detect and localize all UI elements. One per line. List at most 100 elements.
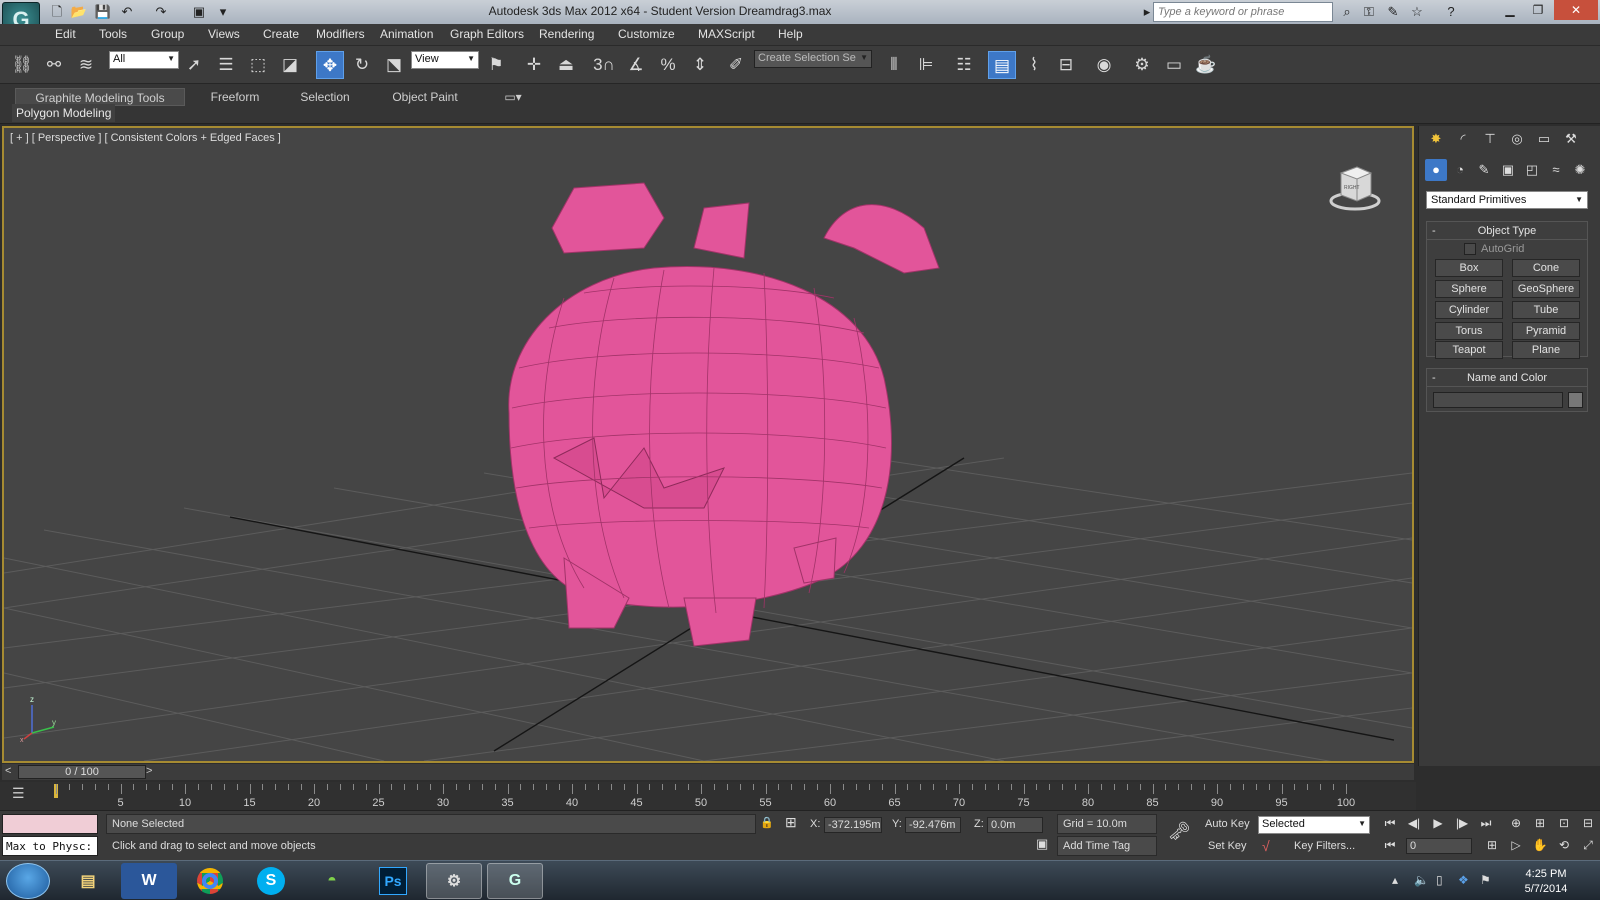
maximize-viewport-icon[interactable]: ⤢ — [1578, 836, 1598, 854]
previous-frame-icon[interactable]: ◀| — [1404, 814, 1424, 832]
select-and-scale-icon[interactable]: ⬔ — [380, 51, 408, 79]
rendered-frame-window-icon[interactable]: ▭ — [1160, 51, 1188, 79]
object-type-header[interactable]: - Object Type — [1427, 222, 1587, 240]
map-app-icon[interactable]: ◓ — [304, 863, 360, 899]
file-explorer-icon[interactable]: ▤ — [60, 863, 116, 899]
time-configuration-icon[interactable]: ⊞ — [1482, 836, 1502, 854]
x-coordinate-input[interactable]: -372.195m — [824, 817, 882, 833]
edit-named-selection-icon[interactable]: ✐ — [722, 51, 750, 79]
new-file-icon[interactable]: 🗋 — [48, 3, 66, 21]
minimize-button[interactable]: ▁ — [1496, 0, 1524, 20]
display-tab-icon[interactable]: ▭ — [1533, 128, 1555, 150]
subscription-icon[interactable]: ⚿ — [1360, 3, 1378, 21]
menu-maxscript[interactable]: MAXScript — [698, 27, 755, 41]
tab-freeform[interactable]: Freeform — [200, 88, 270, 106]
window-crossing-icon[interactable]: ◪ — [276, 51, 304, 79]
play-icon[interactable]: ▶ — [1428, 814, 1448, 832]
auto-key-button[interactable]: Auto Key — [1205, 818, 1250, 830]
pan-view-icon[interactable]: ✋ — [1530, 836, 1550, 854]
curve-editor-icon[interactable]: ⌇ — [1020, 51, 1048, 79]
layer-manager-icon[interactable]: ☷ — [950, 51, 978, 79]
rectangular-selection-icon[interactable]: ⬚ — [244, 51, 272, 79]
shapes-icon[interactable]: ◔ — [1449, 159, 1471, 181]
current-frame-input[interactable]: 0 — [1406, 838, 1472, 854]
menu-group[interactable]: Group — [151, 27, 184, 41]
tab-object-paint[interactable]: Object Paint — [385, 88, 465, 106]
key-mode-dropdown[interactable]: Selected — [1258, 816, 1370, 834]
time-slider-prev-icon[interactable]: < — [5, 765, 11, 777]
menu-help[interactable]: Help — [778, 27, 803, 41]
motion-tab-icon[interactable]: ◎ — [1506, 128, 1528, 150]
volume-icon[interactable]: 🔈 — [1414, 873, 1429, 887]
reference-coordinate-dropdown[interactable]: View — [411, 51, 479, 69]
select-object-icon[interactable]: ➚ — [180, 51, 208, 79]
menu-graph-editors[interactable]: Graph Editors — [450, 27, 524, 41]
action-center-flag-icon[interactable]: ⚑ — [1480, 873, 1491, 887]
modify-tab-icon[interactable]: ◜ — [1452, 128, 1474, 150]
favorites-star-icon[interactable]: ☆ — [1408, 3, 1426, 21]
device-icon[interactable]: ▯ — [1436, 873, 1443, 887]
utilities-tab-icon[interactable]: ⚒ — [1560, 128, 1582, 150]
open-file-icon[interactable]: 📂 — [70, 3, 88, 21]
orbit-icon[interactable]: ⟲ — [1554, 836, 1574, 854]
save-icon[interactable]: 💾 — [94, 3, 112, 21]
communication-icon[interactable]: ✎ — [1384, 3, 1402, 21]
z-coordinate-input[interactable]: 0.0m — [987, 817, 1043, 833]
menu-create[interactable]: Create — [263, 27, 299, 41]
keyboard-shortcut-override-icon[interactable]: ⏏ — [552, 51, 580, 79]
link-icon[interactable]: ⛓ — [8, 51, 36, 79]
maximize-button[interactable]: ❐ — [1524, 0, 1552, 20]
object-color-swatch[interactable] — [1568, 392, 1583, 408]
zoom-extents-icon[interactable]: ⊡ — [1554, 814, 1574, 832]
object-name-input[interactable] — [1433, 392, 1563, 408]
steam-icon[interactable]: ⚙ — [426, 863, 482, 899]
material-editor-icon[interactable]: ◉ — [1090, 51, 1118, 79]
name-and-color-header[interactable]: - Name and Color — [1427, 369, 1587, 387]
selection-lock-icon[interactable]: 🔒 — [760, 816, 774, 829]
render-setup-icon[interactable]: ⚙ — [1128, 51, 1156, 79]
mini-curve-editor-icon[interactable]: ☰ — [12, 785, 32, 805]
viewcube[interactable]: RIGHT — [1329, 163, 1381, 211]
time-slider[interactable]: < 0 / 100 > — [2, 764, 1414, 780]
skype-icon[interactable]: S — [243, 863, 299, 899]
tab-selection[interactable]: Selection — [290, 88, 360, 106]
bind-space-warp-icon[interactable]: ≋ — [72, 51, 100, 79]
pivot-center-icon[interactable]: ⚑ — [482, 51, 510, 79]
render-teapot-icon[interactable]: ☕ — [1192, 51, 1220, 79]
chrome-icon[interactable] — [182, 863, 238, 899]
photoshop-icon[interactable]: Ps — [365, 863, 421, 899]
selection-filter-dropdown[interactable]: All — [109, 51, 179, 69]
autogrid-checkbox[interactable] — [1464, 243, 1476, 255]
project-folder-icon[interactable]: ▣ — [190, 3, 208, 21]
select-and-rotate-icon[interactable]: ↻ — [348, 51, 376, 79]
redo-icon[interactable]: ↷ — [152, 3, 170, 21]
system-clock[interactable]: 4:25 PM 5/7/2014 — [1516, 867, 1576, 897]
windows-start-icon[interactable] — [6, 863, 50, 899]
quick-access-menu-icon[interactable]: ▾ — [214, 3, 232, 21]
word-icon[interactable]: W — [121, 863, 177, 899]
angle-snap-icon[interactable]: ∡ — [622, 51, 650, 79]
pyramid-button[interactable]: Pyramid — [1512, 322, 1580, 340]
show-hidden-icons[interactable]: ▴ — [1392, 873, 1398, 887]
undo-icon[interactable]: ↶ — [118, 3, 136, 21]
cone-button[interactable]: Cone — [1512, 259, 1580, 277]
select-by-name-icon[interactable]: ☰ — [212, 51, 240, 79]
mirror-icon[interactable]: ⫴ — [880, 51, 908, 79]
graphite-toggle-icon[interactable]: ▤ — [988, 51, 1016, 79]
ribbon-options-icon[interactable]: ▭▾ — [500, 88, 526, 106]
snaps-toggle-icon[interactable]: 3∩ — [590, 51, 618, 79]
viewport-label[interactable]: [ + ] [ Perspective ] [ Consistent Color… — [10, 132, 281, 144]
menu-edit[interactable]: Edit — [55, 27, 76, 41]
primitives-category-dropdown[interactable]: Standard Primitives — [1426, 191, 1588, 209]
menu-animation[interactable]: Animation — [380, 27, 433, 41]
absolute-mode-icon[interactable]: ⊞ — [785, 814, 797, 831]
hierarchy-tab-icon[interactable]: ⊤ — [1479, 128, 1501, 150]
menu-views[interactable]: Views — [208, 27, 240, 41]
perspective-viewport[interactable]: [ + ] [ Perspective ] [ Consistent Color… — [2, 126, 1414, 763]
track-bar[interactable]: ☰ 5 10 15 20 25 30 35 40 45 50 55 60 65 70 75 80 85 90 95 1… — [0, 782, 1416, 810]
spinner-snap-icon[interactable]: ⇕ — [686, 51, 714, 79]
help-icon[interactable]: ? — [1442, 3, 1460, 21]
systems-icon[interactable]: ✺ — [1569, 159, 1591, 181]
select-and-manipulate-icon[interactable]: ✛ — [520, 51, 548, 79]
plane-button[interactable]: Plane — [1512, 341, 1580, 359]
